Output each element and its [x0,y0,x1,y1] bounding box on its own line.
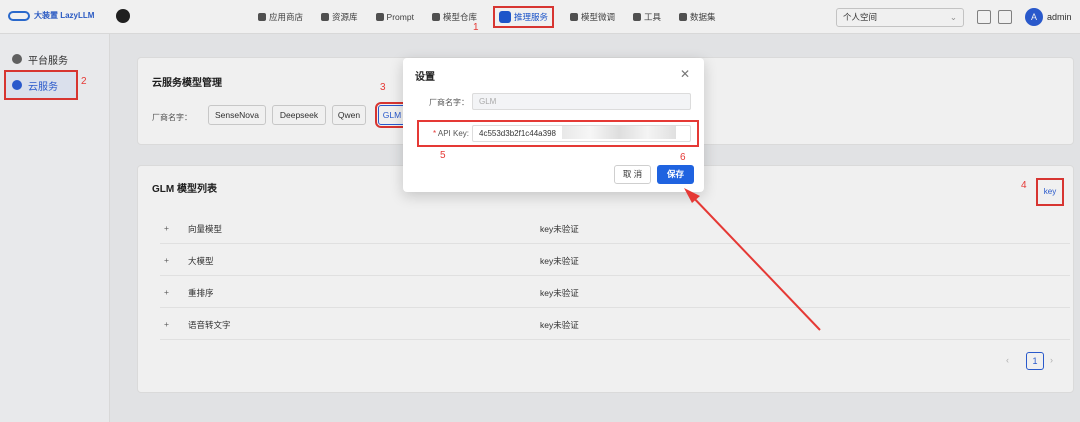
cancel-button[interactable]: 取 消 [614,165,651,184]
vendor-field-label: 厂商名字： [429,98,469,107]
annotation-5: 5 [440,150,446,161]
annotation-1: 1 [473,22,479,33]
annotation-4: 4 [1021,180,1027,191]
api-key-label: * API Key: [432,129,469,138]
dialog-title: 设置 [415,72,435,83]
settings-dialog: 设置 ✕ 厂商名字： GLM * API Key: 4c553d3b2f1c44… [403,58,704,192]
annotation-3: 3 [380,82,386,93]
annotation-6: 6 [680,152,686,163]
redaction-blur [562,126,676,139]
close-icon[interactable]: ✕ [680,67,690,81]
annotation-2: 2 [81,76,87,87]
save-button[interactable]: 保存 [657,165,694,184]
vendor-field: GLM [472,93,691,110]
